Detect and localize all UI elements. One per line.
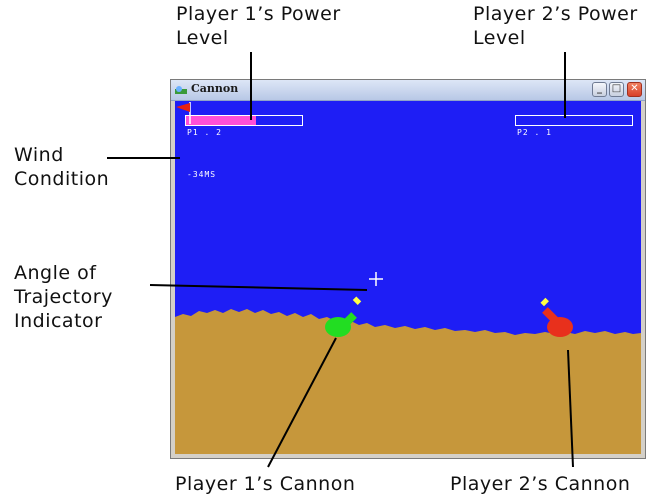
callout-lines	[107, 52, 574, 468]
